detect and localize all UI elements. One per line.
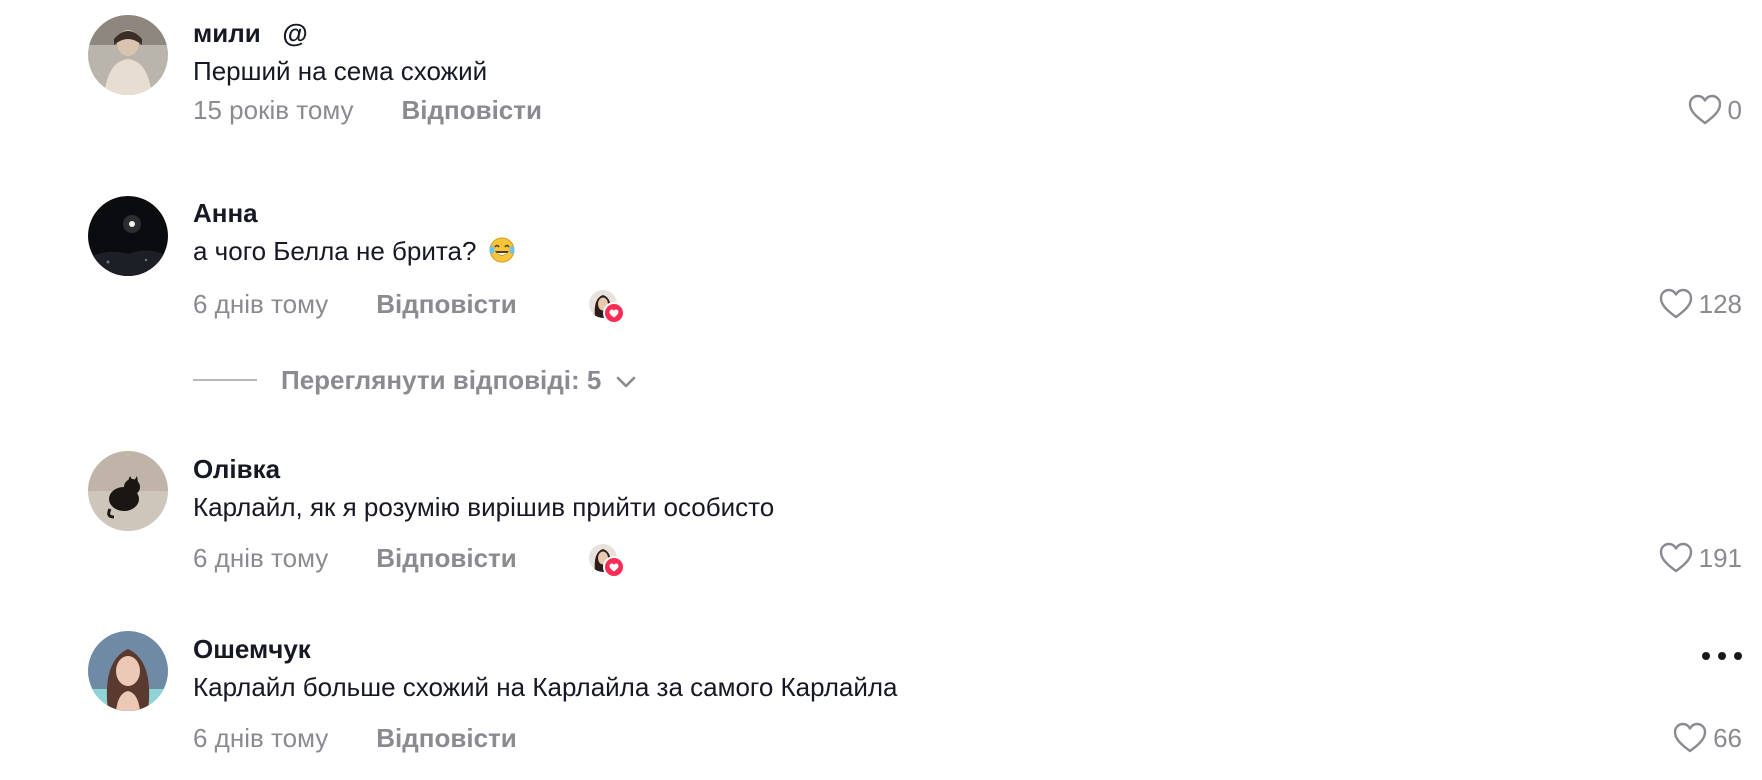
comment-date: 15 років тому bbox=[193, 94, 354, 125]
heart-outline-icon bbox=[1659, 288, 1692, 319]
dot bbox=[1702, 652, 1710, 660]
like-count: 128 bbox=[1698, 288, 1742, 319]
comment-username[interactable]: Ошемчук bbox=[193, 634, 311, 665]
avatar[interactable] bbox=[88, 451, 168, 531]
reply-button[interactable]: Відповісти bbox=[376, 289, 516, 320]
avatar[interactable] bbox=[88, 15, 168, 95]
heart-outline-icon bbox=[1659, 542, 1692, 573]
heart-badge-icon bbox=[603, 302, 625, 324]
dot bbox=[1718, 652, 1726, 660]
more-options-icon[interactable] bbox=[1702, 646, 1742, 666]
comment-date: 6 днів тому bbox=[193, 722, 329, 753]
comment-text-body: а чого Белла не брита? bbox=[193, 236, 477, 266]
comment-meta: 15 років тому Відповісти bbox=[193, 92, 542, 128]
comment-text: а чого Белла не брита? bbox=[193, 236, 516, 267]
comment-username[interactable]: мили @ bbox=[193, 18, 308, 49]
view-replies-button[interactable]: Переглянути відповіді: 5 bbox=[193, 362, 637, 398]
comment-text: Карлайл, як я розумію вирішив прийти осо… bbox=[193, 492, 775, 522]
like-count: 191 bbox=[1698, 542, 1742, 573]
comment-meta: 6 днів тому Відповісти bbox=[193, 720, 517, 756]
comment-date: 6 днів тому bbox=[193, 542, 329, 573]
comment-meta: 6 днів тому Відповісти bbox=[193, 540, 517, 576]
comment-text: Перший на сема схожий bbox=[193, 56, 488, 86]
like-button[interactable]: 0 bbox=[1688, 92, 1742, 128]
chevron-down-icon bbox=[615, 365, 637, 396]
heart-outline-icon bbox=[1673, 722, 1707, 753]
reply-button[interactable]: Відповісти bbox=[376, 723, 516, 754]
avatar[interactable] bbox=[88, 196, 168, 276]
like-button[interactable]: 191 bbox=[1659, 540, 1742, 576]
like-button[interactable]: 66 bbox=[1673, 720, 1742, 756]
divider-line bbox=[193, 379, 257, 381]
avatar[interactable] bbox=[88, 631, 168, 711]
comment-username[interactable]: Олівка bbox=[193, 454, 280, 485]
dot bbox=[1734, 652, 1742, 660]
heart-outline-icon bbox=[1688, 94, 1721, 125]
creator-liked-badge bbox=[589, 290, 625, 324]
like-count: 66 bbox=[1713, 722, 1742, 753]
heart-badge-icon bbox=[603, 556, 625, 578]
creator-liked-badge bbox=[589, 544, 625, 578]
laughing-tears-emoji bbox=[489, 237, 515, 263]
reply-button[interactable]: Відповісти bbox=[376, 543, 516, 574]
view-replies-label: Переглянути відповіді: 5 bbox=[281, 364, 602, 395]
like-count: 0 bbox=[1727, 94, 1742, 125]
comment-username[interactable]: Анна bbox=[193, 198, 258, 229]
comment-text: Карлайл больше схожий на Карлайла за сам… bbox=[193, 672, 898, 702]
comment-meta: 6 днів тому Відповісти bbox=[193, 286, 517, 322]
reply-button[interactable]: Відповісти bbox=[402, 95, 542, 126]
comment-date: 6 днів тому bbox=[193, 288, 329, 319]
like-button[interactable]: 128 bbox=[1659, 286, 1742, 322]
